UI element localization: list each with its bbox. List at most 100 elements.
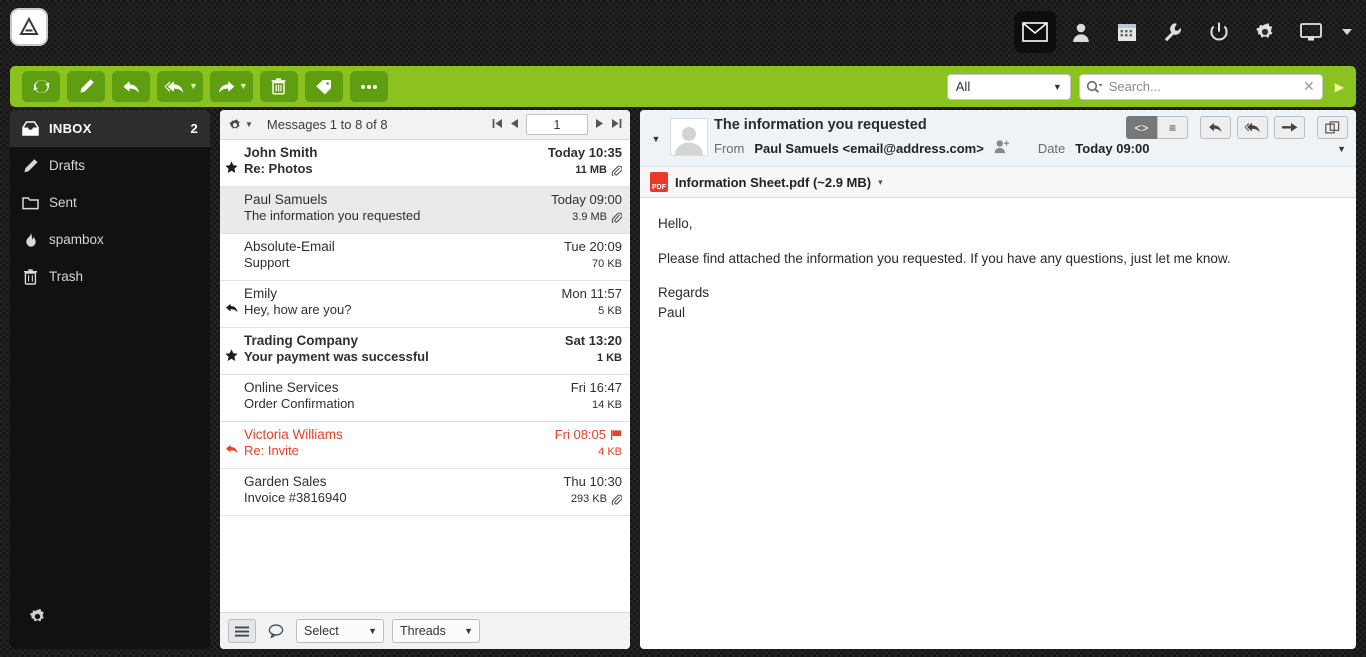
message-size: 293 KB [570,493,607,505]
delete-button[interactable] [259,71,298,102]
chevron-down-icon[interactable]: ▼ [464,626,473,636]
star-icon[interactable] [225,349,238,365]
message-subject: Hey, how are you? [244,302,352,317]
table-row[interactable]: Online Services Fri 16:47 Order Confirma… [220,375,630,422]
list-icon [235,626,249,637]
search-scope-value: All [955,79,971,94]
attachment-bar[interactable]: PDF Information Sheet.pdf (~2.9 MB) ▾ [640,167,1356,198]
message-list-pane: ▼ Messages 1 to 8 of 8 1 John Smith Toda… [220,110,630,649]
compose-button[interactable] [67,71,105,102]
search-area: All ▼ Search... ✕ ▶ [946,66,1348,107]
clear-search-icon[interactable]: ✕ [1303,78,1315,95]
date-value: Today 09:00 [1075,140,1150,156]
sidebar-item-inbox[interactable]: INBOX 2 [10,110,210,147]
table-row[interactable]: Paul Samuels Today 09:00 The information… [220,187,630,234]
gear-icon[interactable] [1244,11,1286,53]
forward-icon [218,80,235,93]
threads-dropdown[interactable]: Threads ▼ [392,619,480,643]
app-switcher [1014,11,1358,53]
previous-page-button[interactable] [510,118,519,132]
sidebar-settings-button[interactable] [28,607,47,631]
message-size: 4 KB [598,446,622,458]
sidebar-item-sent[interactable]: Sent [10,184,210,221]
contacts-icon[interactable] [1060,11,1102,53]
calendar-icon[interactable] [1106,11,1148,53]
last-page-button[interactable] [611,118,622,132]
collapse-header-button[interactable]: ▼ [648,116,664,162]
add-contact-icon[interactable] [994,139,1010,157]
message-sender: John Smith [244,145,318,160]
reply-button[interactable] [1200,116,1231,139]
message-subject: The information you requested [244,208,421,223]
wrench-icon[interactable] [1152,11,1194,53]
tag-button[interactable] [304,71,343,102]
message-size: 11 MB [575,164,607,176]
message-subject: Your payment was successful [244,349,429,364]
star-icon[interactable] [225,161,238,177]
forward-button[interactable]: ▼ [209,71,253,102]
chevron-down-icon[interactable]: ▼ [1053,82,1062,92]
forward-button[interactable] [1274,116,1305,139]
reply-all-button[interactable] [1237,116,1268,139]
sidebar-item-label: spambox [49,232,104,247]
sidebar-item-drafts[interactable]: Drafts [10,147,210,184]
message-sender: Absolute-Email [244,239,335,254]
table-row[interactable]: Absolute-Email Tue 20:09 Support 70 KB [220,234,630,281]
search-submit-button[interactable]: ▶ [1331,80,1348,94]
pencil-icon [24,158,38,172]
sidebar-item-spambox[interactable]: spambox [10,221,210,258]
message-options-chevron-down-icon[interactable]: ▼ [1337,144,1346,154]
reply-button[interactable] [112,71,150,102]
list-options-button[interactable]: ▼ [228,118,253,132]
gear-icon [29,608,44,622]
message-size: 1 KB [596,352,622,364]
chevron-down-icon[interactable]: ▼ [368,626,377,636]
paperclip-icon [611,165,622,176]
first-page-button[interactable] [492,118,503,132]
search-input[interactable]: Search... [1109,79,1161,94]
list-view-button[interactable] [228,619,256,643]
select-dropdown[interactable]: Select ▼ [296,619,384,643]
search-field[interactable]: Search... ✕ [1078,73,1323,100]
refresh-button[interactable] [22,71,60,102]
attachment-chevron-down-icon[interactable]: ▾ [878,177,883,188]
message-sender: Garden Sales [244,474,327,489]
table-row[interactable]: Victoria Williams Fri 08:05 Re: Invite 4… [220,422,630,469]
table-row[interactable]: Emily Mon 11:57 Hey, how are you? 5 KB [220,281,630,328]
speech-bubble-icon [268,624,284,638]
message-date: Sat 13:20 [564,333,622,348]
pencil-icon [79,79,94,93]
view-list-button[interactable]: ≡ [1157,116,1188,139]
chevron-down-icon[interactable]: ▼ [189,82,198,91]
trash-icon [24,268,37,285]
message-subject: Invoice #3816940 [244,490,347,505]
power-icon[interactable] [1198,11,1240,53]
tag-icon [316,79,331,94]
view-source-button[interactable]: <> [1126,116,1157,139]
reply-all-button[interactable]: ▼ [157,71,203,102]
message-subject: Re: Invite [244,443,299,458]
next-page-button[interactable] [595,118,604,132]
chevron-down-icon[interactable] [1336,11,1358,53]
new-window-button[interactable] [1317,116,1348,139]
table-row[interactable]: Trading Company Sat 13:20 Your payment w… [220,328,630,375]
sidebar-item-trash[interactable]: Trash [10,258,210,295]
message-list: John Smith Today 10:35 Re: Photos 11 MB … [220,140,630,612]
monitor-icon[interactable] [1290,11,1332,53]
table-row[interactable]: Garden Sales Thu 10:30 Invoice #3816940 … [220,469,630,516]
table-row[interactable]: John Smith Today 10:35 Re: Photos 11 MB [220,140,630,187]
page-number-input[interactable]: 1 [526,114,588,135]
chevron-down-icon[interactable]: ▼ [239,82,248,91]
chevron-down-icon[interactable]: ▼ [245,120,253,129]
message-sender: Online Services [244,380,339,395]
flag-icon[interactable] [610,429,622,441]
more-button[interactable] [349,71,388,102]
conversation-view-button[interactable] [264,619,288,643]
message-date: Tue 20:09 [563,239,622,254]
message-subject: Support [244,255,290,270]
attachment-name[interactable]: Information Sheet.pdf (~2.9 MB) [675,175,871,190]
paperclip-icon [611,494,622,505]
app-logo[interactable] [10,8,48,46]
mail-icon[interactable] [1014,11,1056,53]
search-scope-select[interactable]: All ▼ [946,73,1071,100]
